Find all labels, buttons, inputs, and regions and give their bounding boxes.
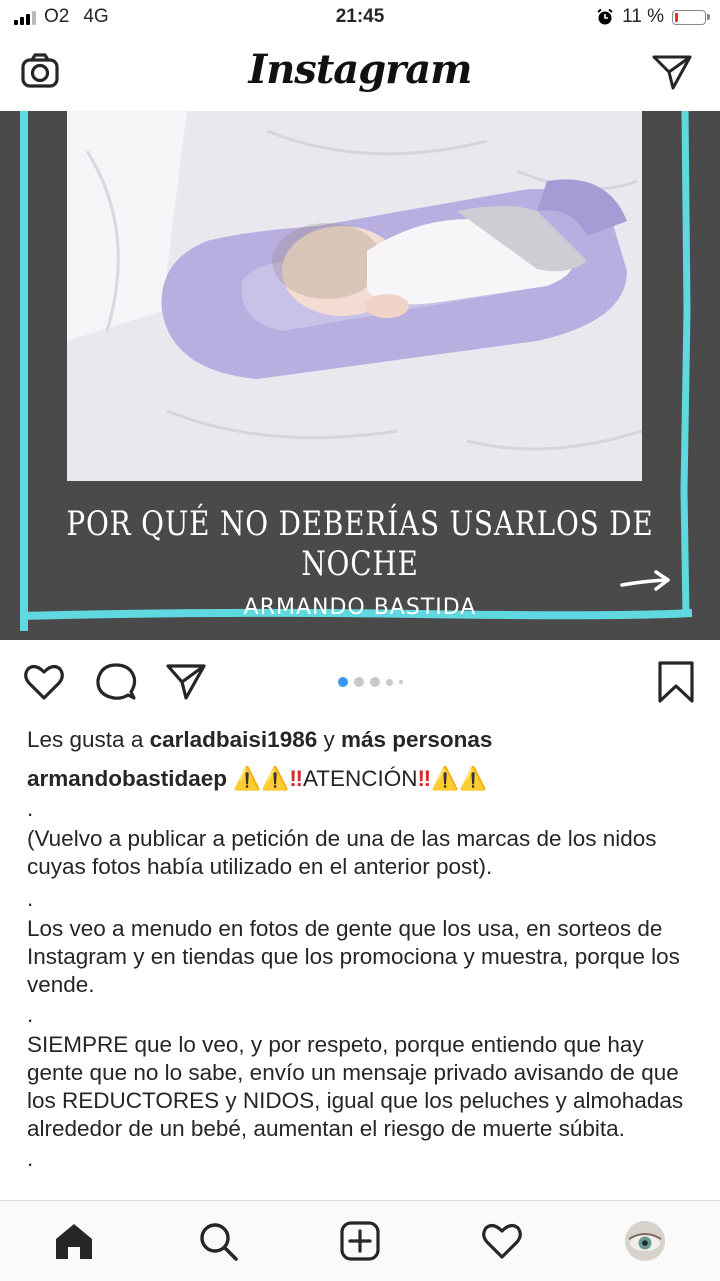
warning-emoji-icon: ⚠️ — [431, 766, 460, 791]
new-post-icon[interactable] — [338, 1219, 382, 1263]
post-actions — [0, 640, 720, 724]
caption-separator: . — [27, 1002, 34, 1027]
post-image[interactable]: POR QUÉ NO DEBERÍAS USARLOS DE NOCHE ARM… — [0, 111, 720, 640]
activity-heart-icon[interactable] — [480, 1219, 524, 1263]
arrow-right-icon — [620, 570, 670, 591]
app-title: Instagram — [248, 46, 473, 93]
battery-icon — [672, 9, 710, 25]
battery-percent: 11 % — [622, 6, 664, 27]
carousel-indicator — [338, 677, 403, 687]
likes-prefix: Les gusta a — [27, 727, 144, 752]
caption-paragraph: Los veo a menudo en fotos de gente que l… — [27, 916, 680, 997]
double-exclamation-icon: ‼ — [289, 766, 303, 791]
caption-headline: armandobastidaep ⚠️⚠️‼ATENCIÓN‼⚠️⚠️ — [27, 765, 697, 793]
baby-photo — [67, 111, 642, 481]
author-username[interactable]: armandobastidaep — [27, 766, 227, 791]
bottom-navigation — [0, 1200, 720, 1281]
caption-separator: . — [27, 886, 34, 911]
profile-avatar[interactable] — [625, 1221, 665, 1261]
warning-emoji-icon: ⚠️ — [261, 766, 290, 791]
caption-paragraph: (Vuelvo a publicar a petición de una de … — [27, 826, 657, 879]
alarm-icon — [597, 8, 613, 25]
eye-avatar-icon — [625, 1221, 665, 1261]
home-icon[interactable] — [52, 1219, 96, 1263]
warning-emoji-icon: ⚠️ — [459, 766, 488, 791]
liker-username[interactable]: carladbaisi1986 — [150, 727, 318, 752]
likes-line: Les gusta a carladbaisi1986 y más person… — [27, 726, 697, 754]
image-title: POR QUÉ NO DEBERÍAS USARLOS DE NOCHE — [66, 504, 654, 584]
caption-headline-text: ATENCIÓN — [302, 766, 418, 791]
carousel-dot-active — [338, 677, 348, 687]
carousel-dot — [399, 680, 403, 684]
search-icon[interactable] — [196, 1219, 240, 1263]
caption-paragraph: SIEMPRE que lo veo, y por respeto, porqu… — [27, 1032, 684, 1141]
frame-brush-right — [680, 111, 691, 617]
carousel-dot — [386, 678, 393, 686]
app-header: Instagram — [0, 36, 720, 111]
likes-conjunction: y — [323, 727, 335, 752]
double-exclamation-icon: ‼ — [417, 766, 432, 791]
comment-icon[interactable] — [94, 660, 138, 704]
bookmark-icon[interactable] — [654, 660, 698, 704]
heart-icon[interactable] — [22, 660, 66, 704]
caption-separator: . — [27, 796, 34, 821]
share-icon[interactable] — [164, 660, 208, 704]
paper-plane-icon[interactable] — [650, 50, 694, 94]
status-bar: O2 4G 21:45 11 % — [0, 0, 720, 36]
carousel-dot — [354, 677, 364, 687]
carousel-dot — [370, 677, 380, 687]
caption-separator: . — [27, 1146, 34, 1171]
warning-emoji-icon: ⚠️ — [233, 766, 262, 791]
frame-brush-left — [20, 111, 28, 631]
post-caption: Les gusta a carladbaisi1986 y más person… — [27, 724, 697, 1173]
image-author: ARMANDO BASTIDA — [243, 595, 477, 620]
likes-others-link[interactable]: más personas — [341, 727, 492, 752]
